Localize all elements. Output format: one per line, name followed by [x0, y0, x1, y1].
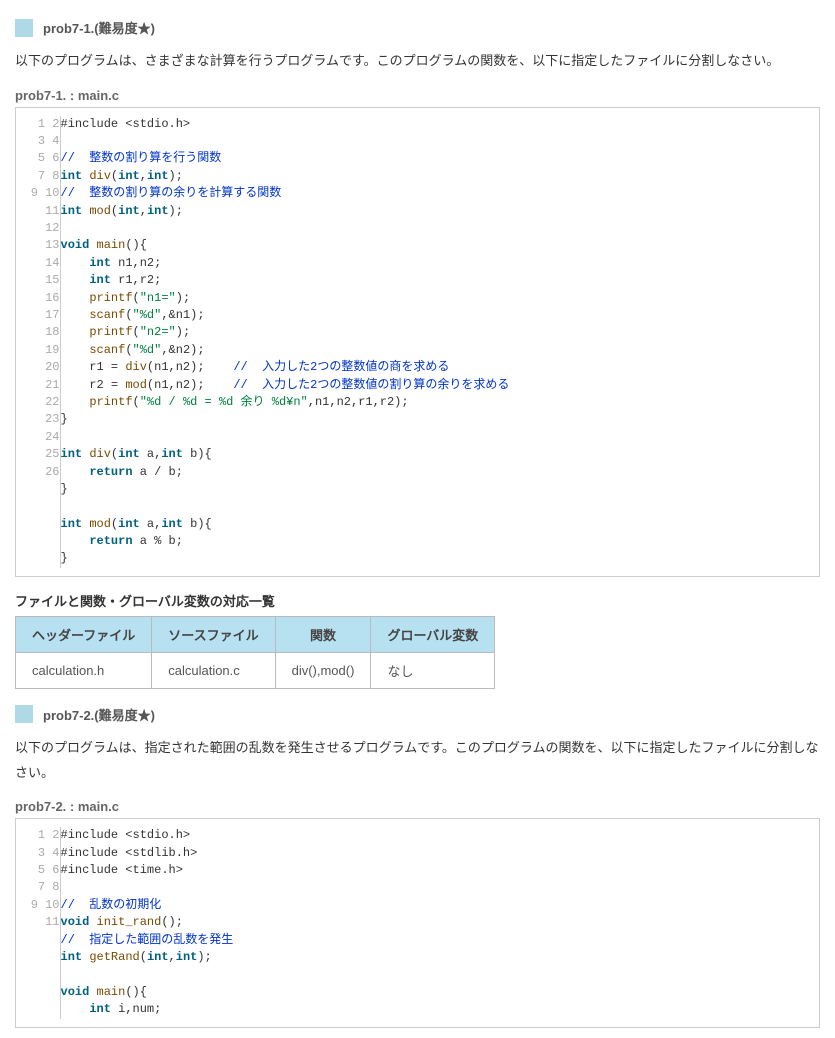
td-source-file: calculation.c — [152, 652, 275, 688]
file-label: prob7-2. : main.c — [15, 799, 820, 814]
line-number-gutter: 1 2 3 4 5 6 7 8 9 10 11 — [26, 827, 60, 1018]
file-label: prob7-1. : main.c — [15, 88, 820, 103]
th-global: グローバル変数 — [371, 616, 495, 652]
th-function: 関数 — [275, 616, 371, 652]
section-heading: prob7-1.(難易度★) — [15, 18, 820, 37]
th-source-file: ソースファイル — [152, 616, 275, 652]
section-heading: prob7-2.(難易度★) — [15, 705, 820, 724]
mapping-table: ヘッダーファイル ソースファイル 関数 グローバル変数 calculation.… — [15, 616, 495, 689]
code-block: 1 2 3 4 5 6 7 8 9 10 11 #include <stdio.… — [15, 818, 820, 1027]
code-source: #include <stdio.h> // 整数の割り算を行う関数 int di… — [60, 116, 809, 568]
table-caption: ファイルと関数・グローバル変数の対応一覧 — [15, 591, 820, 610]
td-header-file: calculation.h — [16, 652, 152, 688]
section-title: prob7-1.(難易度★) — [43, 18, 155, 37]
section-description: 以下のプログラムは、さまざまな計算を行うプログラムです。このプログラムの関数を、… — [15, 49, 820, 74]
heading-marker-icon — [15, 19, 33, 37]
heading-marker-icon — [15, 705, 33, 723]
th-header-file: ヘッダーファイル — [16, 616, 152, 652]
td-global: なし — [371, 652, 495, 688]
code-block: 1 2 3 4 5 6 7 8 9 10 11 12 13 14 15 16 1… — [15, 107, 820, 577]
code-source: #include <stdio.h> #include <stdlib.h> #… — [60, 827, 809, 1018]
section-title: prob7-2.(難易度★) — [43, 705, 155, 724]
td-function: div(),mod() — [275, 652, 371, 688]
line-number-gutter: 1 2 3 4 5 6 7 8 9 10 11 12 13 14 15 16 1… — [26, 116, 60, 568]
section-description: 以下のプログラムは、指定された範囲の乱数を発生させるプログラムです。このプログラ… — [15, 736, 820, 785]
